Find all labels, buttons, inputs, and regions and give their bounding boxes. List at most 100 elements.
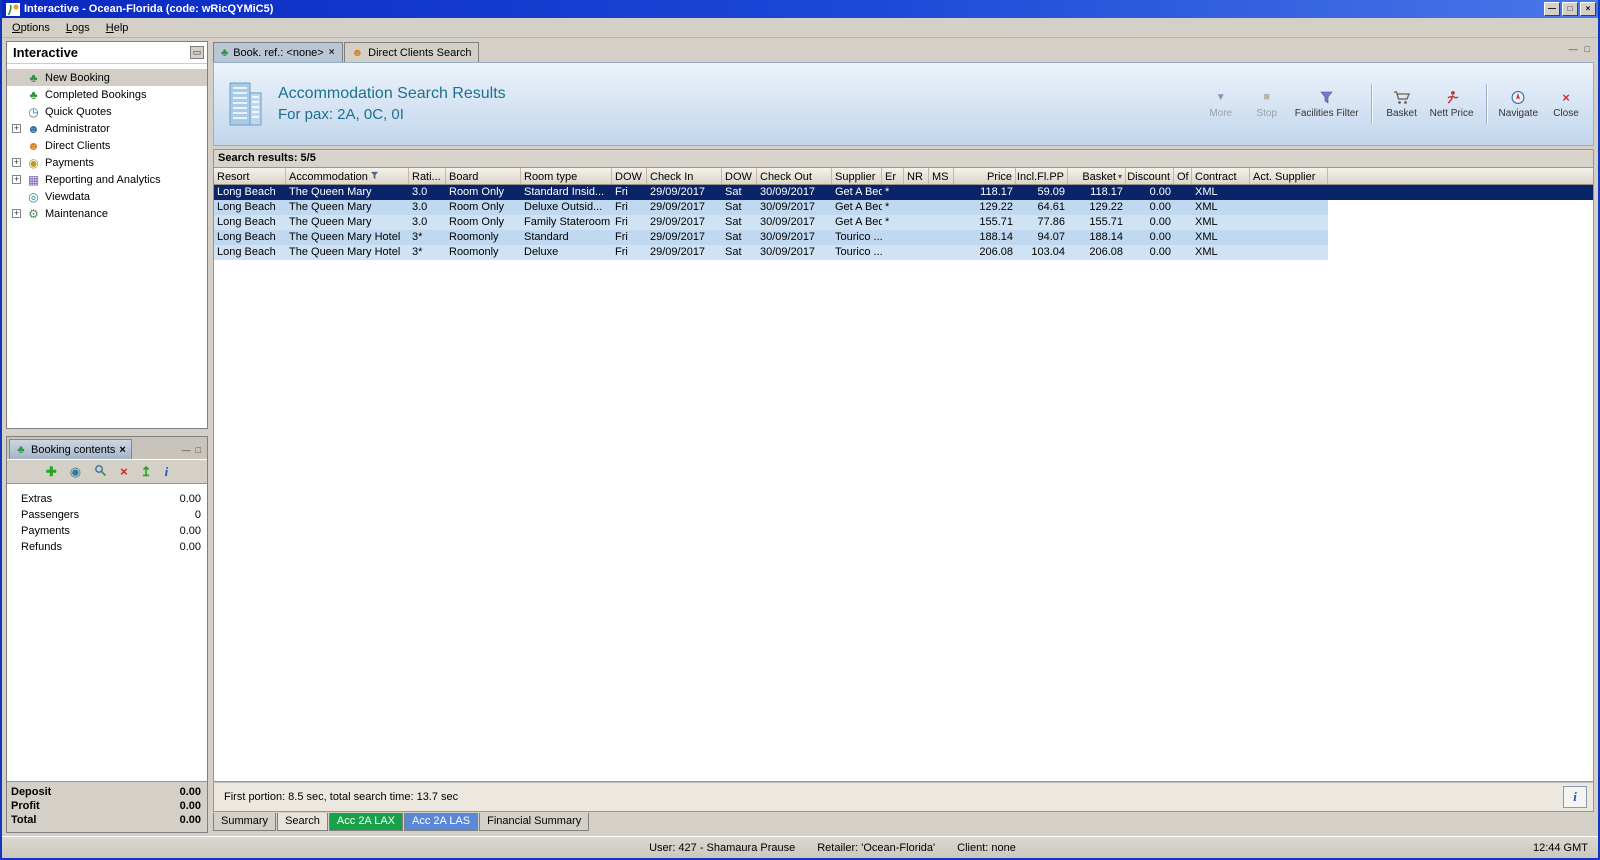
timing-text: First portion: 8.5 sec, total search tim… (224, 791, 459, 803)
close-window-button[interactable]: × (1580, 2, 1596, 16)
collapse-panel-icon[interactable]: ▭ (190, 46, 204, 59)
header-toolbar: ▼ More ■ Stop Facilities Filter Basket Nett Pr… (1198, 84, 1589, 124)
column-header-label: Basket (1082, 170, 1116, 183)
column-header-incl-fl-pp[interactable]: Incl.Fl.PP (1016, 168, 1068, 184)
facilities-filter-button[interactable]: Facilities Filter (1290, 89, 1364, 119)
booking-total-label: Deposit (11, 786, 52, 798)
sidebar-item-reporting-and-analytics[interactable]: + ▦ Reporting and Analytics (7, 171, 207, 188)
column-header-nr[interactable]: NR (904, 168, 929, 184)
menu-item-help[interactable]: Help (98, 19, 137, 37)
info-button[interactable]: i (1563, 786, 1587, 808)
table-row[interactable]: Long Beach The Queen Mary 3.0 Room Only Stan… (214, 185, 1593, 200)
sidebar-item-maintenance[interactable]: + ⚙ Maintenance (7, 205, 207, 222)
table-cell: 129.22 (1068, 200, 1126, 215)
sidebar-item-viewdata[interactable]: ◎ Viewdata (7, 188, 207, 205)
mdi-maximize-icon[interactable]: □ (1585, 44, 1590, 54)
navigate-button[interactable]: Navigate (1494, 89, 1543, 119)
booking-contents-tab[interactable]: ♣ Booking contents × (9, 439, 132, 459)
menu-item-logs[interactable]: Logs (58, 19, 98, 37)
column-header-resort[interactable]: Resort (214, 168, 286, 184)
column-header-supplier[interactable]: Supplier (832, 168, 882, 184)
table-row[interactable]: Long Beach The Queen Mary Hotel 3* Roomonly… (214, 245, 1593, 260)
tab-book-ref-none[interactable]: ♣ Book. ref.: <none> × (213, 42, 343, 62)
palm-tree-icon: ♣ (29, 87, 38, 102)
sidebar-item-new-booking[interactable]: ♣ New Booking (7, 69, 207, 86)
table-cell: 0.00 (1126, 215, 1174, 230)
sidebar-item-label: Payments (45, 156, 94, 169)
sidebar-item-administrator[interactable]: + ☻ Administrator (7, 120, 207, 137)
info-icon[interactable]: i (165, 465, 169, 478)
column-header-discount[interactable]: Discount (1126, 168, 1174, 184)
maximize-button[interactable]: □ (1562, 2, 1578, 16)
toolbar-button-label: Navigate (1498, 108, 1538, 119)
column-header-dow[interactable]: DOW (722, 168, 757, 184)
table-cell: 30/09/2017 (757, 215, 832, 230)
column-header-accommodation[interactable]: Accommodation (286, 168, 409, 184)
table-row[interactable]: Long Beach The Queen Mary 3.0 Room Only Delu… (214, 200, 1593, 215)
column-header-board[interactable]: Board (446, 168, 521, 184)
column-header-check-out[interactable]: Check Out (757, 168, 832, 184)
expand-icon[interactable]: + (12, 209, 21, 218)
column-header-of[interactable]: Of (1174, 168, 1192, 184)
expand-icon[interactable]: + (12, 124, 21, 133)
delete-icon[interactable]: × (120, 465, 128, 478)
export-icon[interactable]: ↥ (141, 465, 152, 478)
table-cell: The Queen Mary (286, 215, 409, 230)
search-icon[interactable] (94, 464, 107, 479)
bottom-tab-acc-2a-lax[interactable]: Acc 2A LAX (328, 813, 404, 831)
menu-item-options[interactable]: Options (4, 19, 58, 37)
booking-row-value: 0.00 (179, 525, 201, 537)
expand-icon[interactable]: + (12, 175, 21, 184)
sort-indicator-icon[interactable]: ▾ (1118, 172, 1122, 181)
bottom-tab-acc-2a-las[interactable]: Acc 2A LAS (404, 813, 479, 831)
basket-button[interactable]: Basket (1379, 89, 1425, 119)
column-header-room-type[interactable]: Room type (521, 168, 612, 184)
close-button[interactable]: × Close (1543, 89, 1589, 120)
table-cell: Sat (722, 230, 757, 245)
sidebar-item-direct-clients[interactable]: ☻ Direct Clients (7, 137, 207, 154)
column-header-rati[interactable]: Rati... (409, 168, 446, 184)
table-row[interactable]: Long Beach The Queen Mary 3.0 Room Only Fami… (214, 215, 1593, 230)
sidebar-item-quick-quotes[interactable]: ◷ Quick Quotes (7, 103, 207, 120)
maximize-panel-icon[interactable]: □ (196, 445, 201, 455)
booking-row-label: Extras (21, 493, 53, 505)
table-row[interactable]: Long Beach The Queen Mary Hotel 3* Roomonly… (214, 230, 1593, 245)
mdi-minimize-icon[interactable]: — (1569, 44, 1578, 54)
add-icon[interactable]: ✚ (46, 465, 57, 478)
nett-price-button[interactable]: Nett Price (1425, 89, 1479, 119)
filter-funnel-icon[interactable] (370, 171, 379, 183)
bottom-tab-financial-summary[interactable]: Financial Summary (479, 813, 590, 831)
column-header-basket[interactable]: Basket ▾ (1068, 168, 1126, 184)
minimize-button[interactable]: — (1544, 2, 1560, 16)
tab-direct-clients-search[interactable]: ☻ Direct Clients Search (343, 42, 480, 62)
column-header-contract[interactable]: Contract (1192, 168, 1250, 184)
table-cell: Deluxe (521, 245, 612, 260)
more-button: ▼ More (1198, 89, 1244, 120)
column-header-dow[interactable]: DOW (612, 168, 647, 184)
sidebar-item-payments[interactable]: + ◉ Payments (7, 154, 207, 171)
panel-title: Interactive (13, 45, 79, 60)
table-cell: 103.04 (1016, 245, 1068, 260)
column-header-price[interactable]: Price (954, 168, 1016, 184)
column-header-er[interactable]: Er (882, 168, 904, 184)
table-cell (882, 245, 904, 260)
world-icon[interactable]: ◉ (70, 465, 81, 478)
expand-icon[interactable]: + (12, 158, 21, 167)
close-tab-icon[interactable]: × (329, 47, 335, 58)
column-header-ms[interactable]: MS (929, 168, 954, 184)
close-tab-icon[interactable]: × (119, 444, 125, 456)
column-header-label: NR (907, 170, 923, 183)
column-header-check-in[interactable]: Check In (647, 168, 722, 184)
table-cell (1250, 230, 1328, 245)
bottom-tab-summary[interactable]: Summary (213, 813, 277, 831)
results-header-band: Accommodation Search Results For pax: 2A… (213, 62, 1594, 146)
toolbar-button-label: More (1209, 108, 1233, 119)
status-user: User: 427 - Shamaura Prause (649, 841, 796, 854)
column-header-label: DOW (725, 170, 752, 183)
bottom-tab-search[interactable]: Search (277, 813, 328, 831)
sidebar-item-label: Quick Quotes (45, 105, 112, 118)
sidebar-item-completed-bookings[interactable]: ♣ Completed Bookings (7, 86, 207, 103)
column-header-act-supplier[interactable]: Act. Supplier (1250, 168, 1328, 184)
minimize-panel-icon[interactable]: — (182, 445, 191, 455)
table-cell: The Queen Mary (286, 200, 409, 215)
